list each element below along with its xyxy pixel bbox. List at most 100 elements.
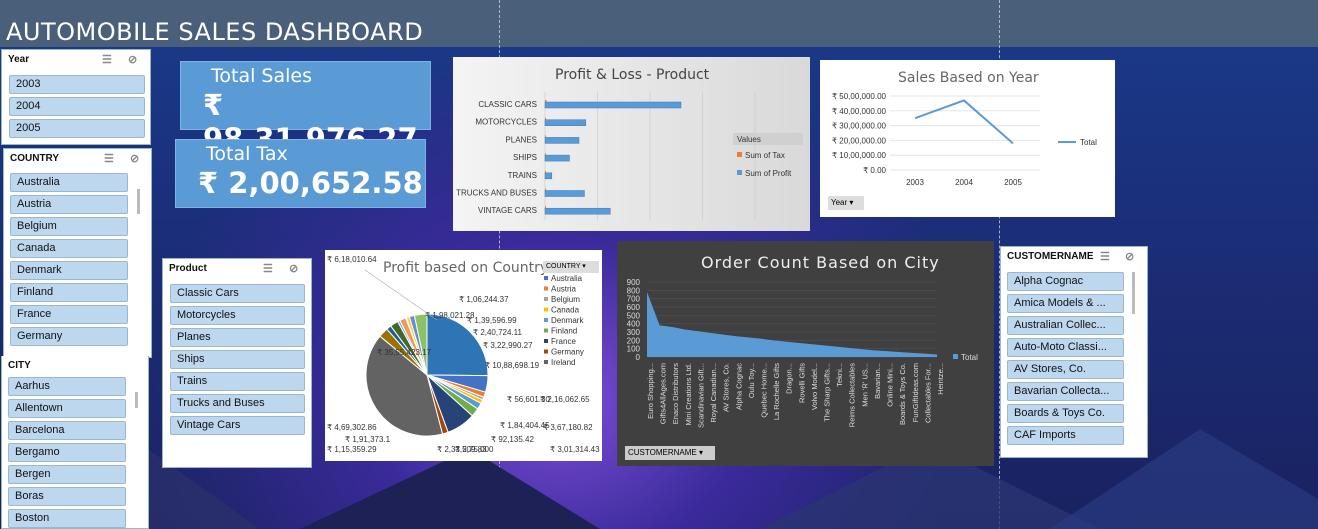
product-slicer-title: Product [169, 263, 207, 274]
data-label: ₹ 35,55,423.17 [377, 348, 432, 357]
clear-filter-icon[interactable]: ⊘ [289, 262, 298, 275]
tick-label: CLASSIC CARS [478, 100, 537, 109]
data-label: ₹ 2,75,000 [455, 445, 494, 454]
slicer-item-country[interactable]: Australia [10, 173, 128, 192]
slicer-item-product[interactable]: Trains [170, 372, 305, 391]
slicer-item-city[interactable]: Boras [8, 487, 126, 506]
tick-label: Oulu Toy... [747, 363, 756, 398]
city-slicer: CITY Aarhus Allentown Barcelona Bergamo … [1, 356, 149, 529]
data-label: ₹ 6,18,010.64 [327, 255, 377, 264]
scrollbar[interactable] [137, 189, 140, 214]
slicer-item-product[interactable]: Vintage Cars [170, 416, 305, 435]
bar-tax [545, 153, 546, 156]
tick-label: Men 'R' US... [860, 363, 869, 407]
legend-label: Total [1080, 138, 1097, 147]
data-label: ₹ 4,69,302.86 [327, 423, 377, 432]
data-label: ₹ 1,84,404.45 [500, 421, 550, 430]
slicer-item-customer[interactable]: CAF Imports [1007, 426, 1124, 445]
slicer-item-city[interactable]: Bergen [8, 465, 126, 484]
slicer-item-product[interactable]: Planes [170, 328, 305, 347]
bar-tax [545, 117, 546, 120]
slicer-item-country[interactable]: Canada [10, 239, 128, 258]
slicer-item-country[interactable]: Denmark [10, 261, 128, 280]
slicer-item-customer[interactable]: Amica Models & ... [1007, 294, 1124, 313]
tick-label: La Rochelle Gifts [772, 363, 781, 420]
slicer-item-customer[interactable]: Bavarian Collecta... [1007, 382, 1124, 401]
slicer-item-city[interactable]: Allentown [8, 399, 126, 418]
tick-label: ₹ 30,00,000.00 [832, 122, 887, 131]
tick-label: MOTORCYCLES [475, 118, 537, 127]
slicer-item-year[interactable]: 2003 [9, 75, 145, 94]
country-filter-button[interactable]: COUNTRY ▾ [543, 261, 599, 273]
slicer-item-customer[interactable]: Alpha Cognac [1007, 272, 1124, 291]
legend-label: Sum of Profit [745, 169, 792, 178]
tick-label: Online Mini... [886, 363, 895, 407]
city-slicer-title: CITY [8, 360, 31, 371]
legend-title: Values [737, 135, 761, 144]
product-slicer: Product ☰ ⊘ Classic Cars Motorcycles Plan… [162, 258, 312, 468]
tick-label: PLANES [505, 135, 537, 144]
slicer-item-year[interactable]: 2004 [9, 97, 145, 116]
data-label: ₹ 92,135.42 [491, 435, 534, 444]
slicer-item-year[interactable]: 2005 [9, 119, 145, 138]
profit-country-chart: Profit based on Country ₹ 35,55,423.17 ₹ … [325, 250, 602, 461]
legend-label: France [551, 337, 576, 346]
slicer-item-product[interactable]: Motorcycles [170, 306, 305, 325]
year-slicer: Year ☰ ⊘ 2003 2004 2005 [1, 49, 151, 145]
scrollbar[interactable] [1132, 272, 1135, 314]
slicer-item-customer[interactable]: Boards & Toys Co. [1007, 404, 1124, 423]
tick-label: ₹ 10,00,000.00 [832, 151, 887, 160]
data-label: ₹ 1,15,359.29 [327, 445, 377, 454]
tick-label: FunGiftIdeas.com [911, 363, 920, 422]
tick-label: 2005 [1004, 178, 1022, 187]
tick-label: Gifts4AllAges.com [659, 363, 668, 424]
slicer-item-country[interactable]: Belgium [10, 217, 128, 236]
slicer-item-product[interactable]: Trucks and Buses [170, 394, 305, 413]
total-sales-card: Total Sales ₹ 98,31,976.27 [180, 61, 431, 156]
slicer-item-country[interactable]: Austria [10, 195, 128, 214]
clear-filter-icon[interactable]: ⊘ [128, 53, 137, 66]
slicer-item-city[interactable]: Barcelona [8, 421, 126, 440]
tick-label: VINTAGE CARS [478, 206, 537, 215]
year-filter-button[interactable]: Year ▾ [828, 196, 864, 210]
slicer-item-city[interactable]: Boston [8, 509, 126, 528]
slicer-item-country[interactable]: Finland [10, 283, 128, 302]
tick-label: The Sharp Gifts... [823, 363, 832, 422]
slicer-item-customer[interactable]: Australian Collec... [1007, 316, 1124, 335]
bar-tax [545, 170, 546, 173]
multi-select-icon[interactable]: ☰ [102, 53, 112, 66]
slicer-item-product[interactable]: Classic Cars [170, 284, 305, 303]
tick-label: ₹ 20,00,000.00 [832, 136, 887, 145]
sales-year-chart: Sales Based on Year ₹ 50,00,000.00 ₹ 40,0… [820, 60, 1115, 217]
profit-loss-chart: Profit & Loss - Product CLASSIC CARS MOTO… [453, 57, 810, 231]
data-label: ₹ 3,01,314.43 [550, 445, 600, 454]
clear-filter-icon[interactable]: ⊘ [130, 152, 139, 165]
tick-label: Dragon... [785, 363, 794, 394]
slicer-item-country[interactable]: Germany [10, 327, 128, 346]
scrollbar[interactable] [135, 392, 138, 408]
tick-label: Volvo Model... [810, 363, 819, 410]
total-tax-label: Total Tax [206, 143, 288, 165]
country-slicer-title: COUNTRY [10, 153, 60, 164]
bar-tax [545, 135, 546, 138]
slicer-item-city[interactable]: Aarhus [8, 377, 126, 396]
slicer-item-customer[interactable]: Auto-Moto Classi... [1007, 338, 1124, 357]
multi-select-icon[interactable]: ☰ [1100, 250, 1110, 263]
bar-profit [544, 190, 585, 197]
customer-slicer: CUSTOMERNAME ☰ ⊘ Alpha Cognac Amica Model… [1000, 246, 1148, 458]
slicer-item-customer[interactable]: AV Stores, Co. [1007, 360, 1124, 379]
tick-label: TRAINS [508, 171, 537, 180]
bar-tax [545, 188, 546, 191]
customer-filter-button[interactable]: CUSTOMERNAME ▾ [625, 446, 715, 460]
legend-label: Germany [551, 348, 584, 357]
legend-swatch [737, 170, 742, 175]
slicer-item-city[interactable]: Bergamo [8, 443, 126, 462]
legend-label: Total [961, 353, 978, 362]
tick-label: Mini Creations Ltd. [684, 363, 693, 426]
multi-select-icon[interactable]: ☰ [104, 152, 114, 165]
slicer-item-product[interactable]: Ships [170, 350, 305, 369]
slicer-item-country[interactable]: France [10, 305, 128, 324]
clear-filter-icon[interactable]: ⊘ [1125, 250, 1134, 263]
multi-select-icon[interactable]: ☰ [263, 262, 273, 275]
year-slicer-title: Year [8, 54, 30, 65]
